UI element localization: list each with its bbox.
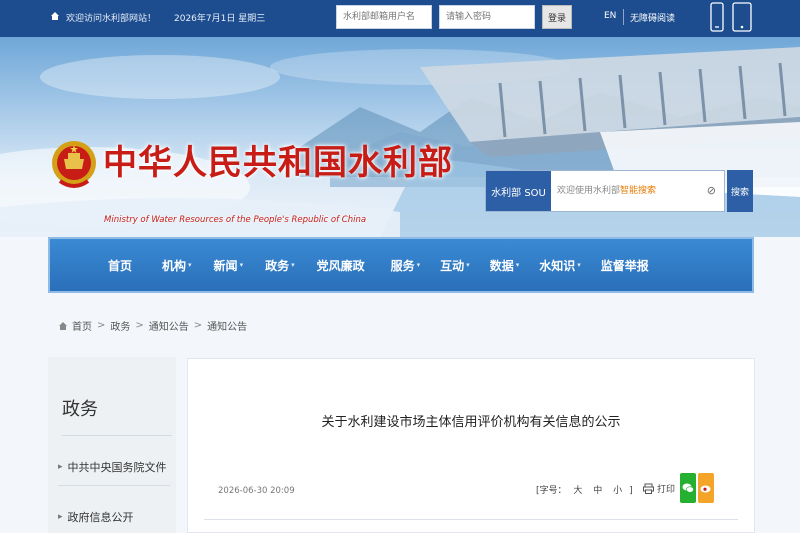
nav-label: 水知识: [539, 258, 576, 273]
breadcrumb-current[interactable]: 通知公告: [207, 318, 247, 333]
nav-item-data[interactable]: 数据 ▾: [490, 257, 520, 274]
breadcrumb-government[interactable]: 政务: [110, 318, 130, 333]
top-bar: 欢迎访问水利部网站！ 2026年7月1日 星期三 登录 EN 无障碍阅读: [0, 0, 800, 37]
main-navigation: 首页 机构 ▾ 新闻 ▾ 政务 ▾ 党风廉政 服务 ▾ 互动 ▾ 数据 ▾ 水知识 ▾ 监督举…: [48, 237, 754, 293]
font-size-large[interactable]: 大: [573, 486, 582, 496]
welcome-text: 欢迎访问水利部网站！: [66, 14, 157, 24]
breadcrumb-separator: >: [97, 320, 106, 331]
site-title: 中华人民共和国水利部: [103, 143, 453, 183]
accessibility-link[interactable]: 无障碍阅读: [630, 11, 675, 24]
printer-icon: [643, 483, 654, 494]
chevron-right-icon: ▸: [58, 462, 63, 472]
current-date: 2026年7月1日 星期三: [174, 14, 266, 24]
chevron-down-icon: ▾: [515, 261, 520, 269]
search-placeholder: 欢迎使用水利部: [557, 186, 621, 196]
chevron-down-icon: ▾: [291, 261, 295, 269]
font-size-label: [字号：: [536, 486, 567, 496]
article-title: 关于水利建设市场主体信用评价机构有关信息的公示: [321, 415, 621, 430]
breadcrumb-home[interactable]: 首页: [72, 318, 92, 333]
chevron-down-icon: ▾: [466, 261, 470, 269]
nav-item-home[interactable]: 首页: [108, 257, 132, 274]
sidebar-item-label: 中共中央国务院文件: [67, 461, 167, 474]
sidebar-item-label: 政府信息公开: [67, 511, 134, 524]
english-link[interactable]: EN: [604, 11, 616, 21]
search-button[interactable]: 搜索: [727, 170, 753, 212]
nav-label: 党风廉政: [316, 258, 365, 273]
nav-item-government[interactable]: 政务 ▾: [265, 257, 295, 274]
divider: [204, 519, 738, 520]
breadcrumb-notices[interactable]: 通知公告: [149, 318, 189, 333]
font-size-medium[interactable]: 中: [593, 486, 602, 496]
nav-label: 首页: [108, 258, 133, 273]
sidebar-item-central-documents[interactable]: ▸ 中共中央国务院文件: [58, 459, 167, 475]
nav-label: 互动: [440, 258, 465, 273]
weibo-icon[interactable]: [698, 473, 714, 503]
account-input[interactable]: [336, 5, 432, 29]
sidebar-heading: 政务: [62, 399, 98, 420]
search-brand-tag: 水利部 SOU: [486, 171, 551, 211]
sidebar-item-information-disclosure[interactable]: ▸ 政府信息公开: [58, 509, 134, 525]
breadcrumb-separator: >: [193, 320, 203, 331]
nav-label: 新闻: [213, 258, 238, 273]
mobile-phone-icon[interactable]: [710, 2, 724, 32]
nav-item-service[interactable]: 服务 ▾: [391, 257, 421, 274]
article-panel: 关于水利建设市场主体信用评价机构有关信息的公示 2026-06-30 20:09…: [187, 358, 755, 533]
nav-label: 机构: [162, 258, 187, 273]
close-icon[interactable]: ⊘: [707, 184, 716, 197]
search-input[interactable]: 欢迎使用水利部智能搜索: [557, 181, 697, 201]
tablet-icon[interactable]: [732, 2, 752, 32]
nav-label: 监督举报: [600, 258, 649, 273]
site-search-box: 水利部 SOU 欢迎使用水利部智能搜索 ⊘: [485, 170, 725, 212]
chevron-down-icon: ▾: [577, 261, 581, 269]
font-size-control: [字号： 大 中 小 ]: [536, 483, 633, 496]
chevron-down-icon: ▾: [416, 261, 421, 269]
print-button[interactable]: 打印: [643, 482, 675, 495]
breadcrumb-separator: >: [135, 320, 144, 331]
nav-item-water-knowledge[interactable]: 水知识 ▾: [539, 257, 581, 274]
chevron-down-icon: ▾: [239, 261, 244, 269]
nav-label: 政务: [265, 258, 290, 273]
nav-item-interaction[interactable]: 互动 ▾: [440, 257, 470, 274]
sidebar: 政务 ▸ 中共中央国务院文件 ▸ 政府信息公开: [48, 357, 176, 533]
search-placeholder-hint: 智能搜索: [620, 186, 657, 196]
print-label: 打印: [657, 485, 676, 495]
chevron-right-icon: ▸: [58, 512, 63, 522]
wechat-icon[interactable]: [680, 473, 696, 503]
login-button[interactable]: 登录: [542, 5, 572, 29]
home-icon: [51, 12, 59, 20]
password-input[interactable]: [439, 5, 535, 29]
publish-date: 2026-06-30 20:09: [218, 486, 295, 496]
divider: [58, 485, 170, 486]
national-emblem-icon: [52, 141, 96, 188]
site-subtitle: Ministry of Water Resources of the Peopl…: [104, 215, 367, 225]
breadcrumb: 首页 > 政务 > 通知公告 > 通知公告: [58, 318, 247, 333]
home-icon: [59, 321, 67, 330]
national-emblem: [50, 139, 98, 237]
share-buttons: [680, 473, 714, 503]
nav-label: 数据: [489, 258, 514, 273]
nav-item-organization[interactable]: 机构 ▾: [162, 257, 192, 274]
font-size-small[interactable]: 小: [613, 486, 622, 496]
divider: [62, 435, 172, 436]
divider: [623, 9, 624, 25]
nav-label: 服务: [390, 258, 415, 273]
nav-item-party-integrity[interactable]: 党风廉政: [317, 257, 365, 274]
chevron-down-icon: ▾: [188, 261, 192, 269]
nav-item-news[interactable]: 新闻 ▾: [214, 257, 244, 274]
font-size-close: ]: [629, 486, 633, 496]
nav-item-supervision-report[interactable]: 监督举报: [601, 257, 649, 274]
